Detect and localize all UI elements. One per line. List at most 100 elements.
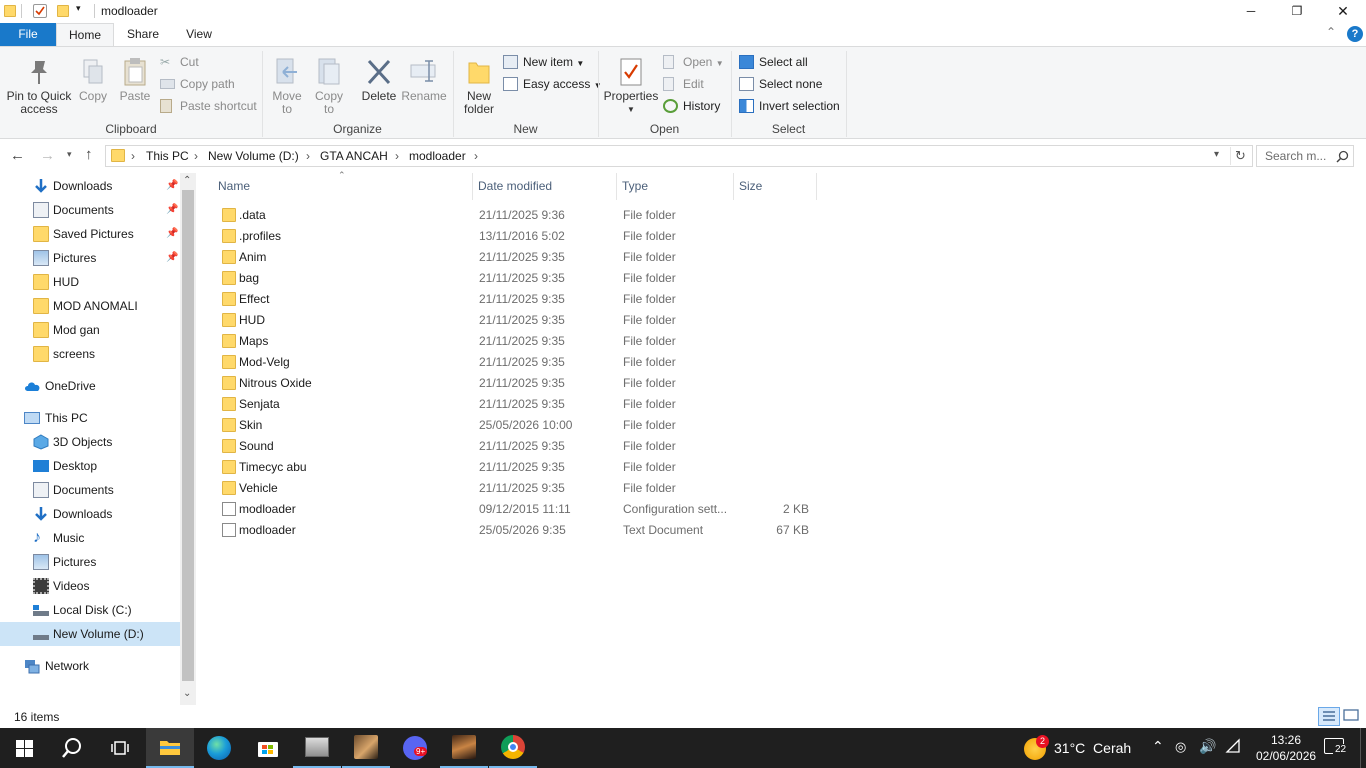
- scroll-down-icon[interactable]: ⌄: [183, 688, 191, 699]
- nav-quick-hud[interactable]: HUD: [0, 270, 180, 294]
- customize-qat-icon[interactable]: ▾: [76, 3, 81, 14]
- pin-to-quick-access-button[interactable]: Pin to Quick access: [4, 57, 74, 116]
- task-view-icon[interactable]: [96, 728, 144, 768]
- nav-documents[interactable]: Documents: [0, 478, 180, 502]
- properties-button[interactable]: Properties ▼: [603, 57, 659, 116]
- file-row[interactable]: modloader 25/05/2026 9:35 Text Document 67 …: [216, 520, 816, 541]
- nav-pictures[interactable]: Pictures: [0, 550, 180, 574]
- file-row[interactable]: bag 21/11/2025 9:35 File folder: [216, 268, 816, 289]
- show-hidden-icons-chevron-icon[interactable]: ⌃: [1152, 738, 1164, 755]
- discord-icon[interactable]: 9+: [391, 728, 439, 768]
- network-wifi-icon[interactable]: [1225, 738, 1241, 757]
- nav-quick-pictures[interactable]: Pictures 📌: [0, 246, 180, 270]
- new-folder-button[interactable]: New folder: [458, 57, 500, 116]
- tab-share[interactable]: Share: [118, 23, 168, 46]
- column-header-size[interactable]: Size: [735, 173, 817, 200]
- nav-scrollbar[interactable]: ⌃ ⌄: [180, 173, 196, 705]
- file-row[interactable]: HUD 21/11/2025 9:35 File folder: [216, 310, 816, 331]
- file-row[interactable]: modloader 09/12/2015 11:11 Configuration s…: [216, 499, 816, 520]
- nav-network[interactable]: Network: [0, 654, 180, 678]
- breadcrumb-chevron-icon[interactable]: ›: [194, 149, 198, 163]
- cut-button[interactable]: ✂ Cut: [160, 52, 199, 72]
- tab-view[interactable]: View: [174, 23, 224, 46]
- breadcrumb-chevron-icon[interactable]: ›: [395, 149, 399, 163]
- pin-icon[interactable]: 📌: [166, 174, 178, 198]
- edit-button[interactable]: Edit: [663, 74, 704, 94]
- select-all-button[interactable]: Select all: [739, 52, 808, 72]
- nav-videos[interactable]: Videos: [0, 574, 180, 598]
- forward-arrow-icon[interactable]: →: [40, 147, 55, 164]
- tab-home[interactable]: Home: [56, 23, 114, 47]
- search-box[interactable]: Search m...: [1256, 145, 1354, 167]
- breadcrumb-chevron-icon[interactable]: ›: [474, 149, 478, 163]
- breadcrumb-gta-ancah[interactable]: GTA ANCAH: [320, 149, 388, 163]
- pin-icon[interactable]: 📌: [166, 222, 178, 246]
- nav-desktop[interactable]: Desktop: [0, 454, 180, 478]
- invert-selection-button[interactable]: Invert selection: [739, 96, 840, 116]
- back-arrow-icon[interactable]: ←: [10, 147, 25, 164]
- clock[interactable]: 13:26 02/06/2026: [1256, 732, 1316, 764]
- nav-music[interactable]: ♪ Music: [0, 526, 180, 550]
- file-row[interactable]: .profiles 13/11/2016 5:02 File folder: [216, 226, 816, 247]
- collapse-ribbon-icon[interactable]: ⌃: [1326, 25, 1336, 39]
- pin-icon[interactable]: 📌: [166, 198, 178, 222]
- breadcrumb-new-volume[interactable]: New Volume (D:): [208, 149, 299, 163]
- paste-button[interactable]: Paste: [117, 57, 153, 103]
- file-row[interactable]: Maps 21/11/2025 9:35 File folder: [216, 331, 816, 352]
- file-row[interactable]: Vehicle 21/11/2025 9:35 File folder: [216, 478, 816, 499]
- copy-button[interactable]: Copy: [76, 57, 110, 103]
- search-icon[interactable]: [1336, 150, 1349, 163]
- breadcrumb-chevron-icon[interactable]: ›: [306, 149, 310, 163]
- file-row[interactable]: Effect 21/11/2025 9:35 File folder: [216, 289, 816, 310]
- easy-access-button[interactable]: Easy access ▼: [503, 74, 602, 94]
- volume-icon[interactable]: 🔊: [1199, 738, 1216, 755]
- close-button[interactable]: ✕: [1320, 0, 1366, 23]
- maximize-button[interactable]: ❐: [1274, 0, 1320, 23]
- refresh-icon[interactable]: ↻: [1235, 148, 1246, 164]
- file-row[interactable]: Nitrous Oxide 21/11/2025 9:35 File folder: [216, 373, 816, 394]
- file-explorer-taskbar-icon[interactable]: [146, 728, 194, 768]
- column-header-date[interactable]: Date modified: [474, 173, 617, 200]
- game-app-icon[interactable]: [342, 728, 390, 768]
- tab-file[interactable]: File: [0, 23, 56, 46]
- scroll-up-icon[interactable]: ⌃: [183, 175, 191, 186]
- chrome-icon[interactable]: [489, 728, 537, 768]
- breadcrumb-this-pc[interactable]: This PC: [146, 149, 189, 163]
- nav-this-pc[interactable]: This PC: [0, 406, 180, 430]
- breadcrumb-chevron-icon[interactable]: ›: [131, 149, 135, 163]
- new-folder-qat-icon[interactable]: [57, 5, 69, 17]
- help-icon[interactable]: ?: [1347, 26, 1363, 42]
- select-none-button[interactable]: Select none: [739, 74, 822, 94]
- up-arrow-icon[interactable]: ↑: [85, 146, 93, 163]
- properties-qat-icon[interactable]: [33, 4, 47, 18]
- column-header-name[interactable]: Name: [214, 173, 473, 200]
- large-icons-view-icon[interactable]: [1343, 708, 1361, 725]
- address-dropdown-icon[interactable]: ▾: [1214, 149, 1219, 160]
- recent-locations-chevron-icon[interactable]: ▾: [67, 149, 72, 160]
- minimize-button[interactable]: ─: [1228, 0, 1274, 23]
- game-launcher-icon[interactable]: [440, 728, 488, 768]
- paste-shortcut-button[interactable]: Paste shortcut: [160, 96, 257, 116]
- rename-button[interactable]: Rename: [401, 57, 447, 103]
- column-header-type[interactable]: Type: [618, 173, 734, 200]
- file-row[interactable]: Senjata 21/11/2025 9:35 File folder: [216, 394, 816, 415]
- nav-quick-documents[interactable]: Documents 📌: [0, 198, 180, 222]
- file-row[interactable]: Mod-Velg 21/11/2025 9:35 File folder: [216, 352, 816, 373]
- address-bar[interactable]: › This PC › New Volume (D:) › GTA ANCAH …: [105, 145, 1253, 167]
- file-row[interactable]: .data 21/11/2025 9:36 File folder: [216, 205, 816, 226]
- copy-path-button[interactable]: Copy path: [160, 74, 235, 94]
- weather-text[interactable]: 31°C Cerah: [1054, 740, 1131, 756]
- file-row[interactable]: Sound 21/11/2025 9:35 File folder: [216, 436, 816, 457]
- new-item-button[interactable]: New item ▼: [503, 52, 584, 72]
- file-row[interactable]: Timecyc abu 21/11/2025 9:35 File folder: [216, 457, 816, 478]
- pin-icon[interactable]: 📌: [166, 246, 178, 270]
- history-button[interactable]: History: [663, 96, 720, 116]
- nav-onedrive[interactable]: OneDrive: [0, 374, 180, 398]
- file-row[interactable]: Skin 25/05/2026 10:00 File folder: [216, 415, 816, 436]
- scrollbar-thumb[interactable]: [182, 190, 194, 681]
- search-icon[interactable]: [48, 728, 96, 768]
- nav-quick-saved-pictures[interactable]: Saved Pictures 📌: [0, 222, 180, 246]
- gallery-app-icon[interactable]: [293, 728, 341, 768]
- file-row[interactable]: Anim 21/11/2025 9:35 File folder: [216, 247, 816, 268]
- copy-to-button[interactable]: Copy to: [310, 57, 348, 116]
